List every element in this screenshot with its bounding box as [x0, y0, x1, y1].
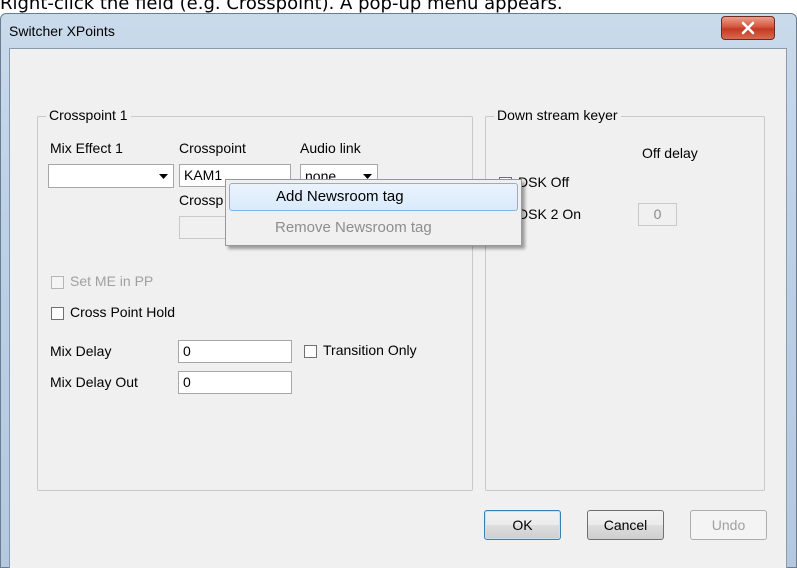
audio-link-label: Audio link: [300, 140, 361, 156]
cross-point-hold-label: Cross Point Hold: [70, 304, 176, 320]
transition-only-label: Transition Only: [323, 342, 417, 358]
mix-delay-out-input[interactable]: 0: [178, 371, 292, 394]
close-icon: [741, 21, 755, 35]
off-delay-label: Off delay: [642, 145, 698, 161]
set-me-in-pp-checkbox: [51, 276, 64, 289]
dsk-off-label: DSK Off: [518, 174, 570, 190]
set-me-in-pp-label: Set ME in PP: [70, 273, 154, 289]
undo-button: Undo: [690, 510, 767, 540]
menu-item-add-newsroom-tag[interactable]: Add Newsroom tag: [229, 183, 518, 211]
mix-delay-label: Mix Delay: [50, 343, 112, 359]
cancel-button[interactable]: Cancel: [587, 510, 664, 540]
menu-item-remove-newsroom-tag: Remove Newsroom tag: [275, 219, 432, 236]
crosspoint-label: Crosspoint: [179, 140, 246, 156]
mix-delay-input[interactable]: 0: [178, 340, 292, 363]
switcher-xpoints-dialog: Switcher XPoints Crosspoint 1 Mix Effect…: [0, 13, 797, 568]
crosspoint-group-legend: Crosspoint 1: [46, 107, 131, 123]
title-bar: Switcher XPoints: [1, 14, 796, 48]
cross-point-hold-checkbox[interactable]: [51, 307, 64, 320]
window-title: Switcher XPoints: [9, 23, 115, 39]
mix-effect-combo[interactable]: [48, 164, 174, 188]
mix-effect-label: Mix Effect 1: [50, 140, 123, 156]
crosspoint-2-label: Crossp: [179, 192, 224, 208]
dsk2-delay-input: 0: [638, 203, 677, 226]
instruction-caption: Right-click the field (e.g. Crosspoint).…: [0, 0, 563, 14]
dsk-group-legend: Down stream keyer: [494, 107, 621, 123]
mix-delay-out-label: Mix Delay Out: [50, 374, 138, 390]
close-button[interactable]: [721, 16, 775, 40]
transition-only-checkbox[interactable]: [304, 345, 317, 358]
dsk-group: Down stream keyer: [485, 107, 765, 491]
chevron-down-icon: [155, 168, 171, 184]
dsk2-on-label: DSK 2 On: [518, 206, 582, 222]
ok-button[interactable]: OK: [484, 510, 561, 540]
context-menu: Add Newsroom tag Remove Newsroom tag: [225, 179, 522, 246]
dialog-client-area: Crosspoint 1 Mix Effect 1 Crosspoint KAM…: [9, 48, 787, 568]
